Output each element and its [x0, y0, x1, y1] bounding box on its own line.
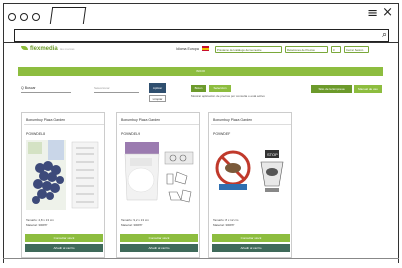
leaf-icon	[21, 46, 28, 51]
site-tagline: las marcas	[60, 47, 75, 51]
product-image-grapes[interactable]	[26, 140, 102, 210]
add-to-cart-button[interactable]: Añadir al carrito	[212, 244, 290, 252]
card-divider	[119, 124, 199, 125]
card-divider	[211, 124, 291, 125]
product-card: Bonumbuy Plaza Garden PG9WDEF STOP Tamañ…	[208, 112, 292, 258]
check-stock-button[interactable]: Consultar stock	[212, 234, 290, 242]
product-card: Bonumbuy Plaza Garden PG9WDEL9 Tamaño: 9…	[116, 112, 200, 258]
language-label: Idioma Europa	[176, 47, 199, 51]
card-code: PG9WDEF	[213, 132, 231, 136]
card-size: Tamaño: 9,2 x 13 cm	[121, 218, 149, 222]
card-code: PG9WDEL9	[121, 132, 141, 136]
site-header: flexmedia las marcas Idioma Europa Prést…	[4, 43, 398, 61]
browser-window: ≡ × ⌕ flexmedia las marcas Idioma Europa…	[0, 0, 402, 268]
close-icon[interactable]: ×	[382, 6, 393, 20]
info-text: Mostrar aplicación de precios por consul…	[191, 94, 265, 98]
check-stock-button[interactable]: Consultar stock	[25, 234, 103, 242]
product-image-bag[interactable]	[121, 140, 197, 210]
check-stock-button[interactable]: Consultar stock	[120, 234, 198, 242]
card-material: Material: 300PP	[121, 223, 143, 227]
selection-button[interactable]: Selección	[209, 85, 231, 92]
card-size: Tamaño: 8 x 12 cm	[213, 218, 239, 222]
page-banner: INICIO	[18, 67, 383, 76]
apply-button[interactable]: Aplicar	[149, 83, 166, 93]
menu-icon[interactable]: ≡	[367, 7, 378, 21]
cart-count-button[interactable]: 0	[331, 46, 341, 53]
address-bar[interactable]: ⌕	[14, 29, 389, 42]
product-card: Bonumbuy Plaza Garden PG9WDEL8 Tamaño: 4…	[21, 112, 105, 258]
filter-toggle-button[interactable]: Boton	[191, 85, 206, 92]
product-image-pest[interactable]: STOP	[213, 140, 289, 210]
card-brand: Bonumbuy Plaza Garden	[26, 118, 66, 122]
logout-button[interactable]: Cerrar Sesión	[344, 46, 369, 53]
catalog-button[interactable]: Préstamo del catálogo del semestre	[215, 46, 282, 53]
card-code: PG9WDEL8	[26, 132, 46, 136]
logo-text: flexmedia	[30, 46, 58, 52]
search-input[interactable]: Q Buscar	[21, 85, 71, 93]
card-material: Material: 300PP	[26, 223, 48, 227]
search-icon[interactable]: ⌕	[382, 30, 387, 41]
window-dot-3[interactable]	[32, 13, 40, 21]
clear-button[interactable]: Limpiar	[149, 95, 166, 102]
browser-chrome: ≡ × ⌕	[3, 3, 399, 43]
spain-flag-icon[interactable]	[202, 46, 209, 51]
banner-title: INICIO	[195, 69, 206, 73]
price-relations-button[interactable]: Relaciones de Precios	[285, 46, 328, 53]
site-logo[interactable]: flexmedia	[21, 46, 58, 52]
card-brand: Bonumbuy Plaza Garden	[213, 118, 253, 122]
card-brand: Bonumbuy Plaza Garden	[121, 118, 161, 122]
svg-text:STOP: STOP	[267, 152, 278, 157]
window-dot-1[interactable]	[8, 13, 16, 21]
page-bottom-border	[3, 258, 399, 259]
page-content: flexmedia las marcas Idioma Europa Prést…	[3, 43, 399, 263]
add-to-cart-button[interactable]: Añadir al carrito	[25, 244, 103, 252]
category-select[interactable]: Seleccionar	[94, 85, 139, 93]
company-site-button[interactable]: Sitio de la Empresa	[311, 85, 352, 93]
card-material: Material: 300PP	[213, 223, 235, 227]
card-size: Tamaño: 4,8 x 13 cm	[26, 218, 54, 222]
add-to-cart-button[interactable]: Añadir al carrito	[120, 244, 198, 252]
window-dot-2[interactable]	[20, 13, 28, 21]
browser-tab[interactable]	[49, 7, 87, 24]
card-divider	[24, 124, 104, 125]
manual-button[interactable]: Manual de uso	[354, 85, 382, 93]
